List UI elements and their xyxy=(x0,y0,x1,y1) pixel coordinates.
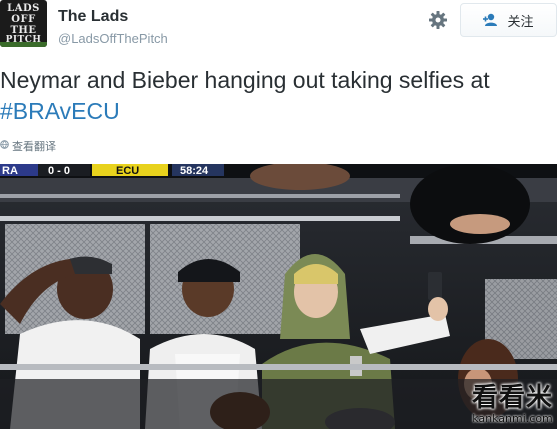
hashtag-link[interactable]: #BRAvECU xyxy=(0,98,120,124)
avatar-logo-line: OFF xyxy=(11,14,36,25)
watermark-url: kankanmi.com xyxy=(472,412,553,425)
scoreboard-right-team: ECU xyxy=(116,165,139,177)
scoreboard-left-team: RA xyxy=(2,165,18,177)
translate-link[interactable]: 查看翻译 xyxy=(0,138,56,154)
gear-icon[interactable] xyxy=(427,10,449,32)
avatar[interactable]: LADS OFF THE PITCH xyxy=(0,0,47,47)
scoreboard-score: 0 - 0 xyxy=(48,165,70,177)
follow-label: 关注 xyxy=(507,13,534,29)
watermark: 看看米 kankanmi.com xyxy=(472,384,553,425)
display-name[interactable]: The Lads xyxy=(58,8,128,26)
follow-button[interactable]: 关注 xyxy=(460,3,557,37)
tweet-photo[interactable]: RA 0 - 0 ECU 58:24 看看米 kankanmi.com xyxy=(0,164,557,429)
scoreboard-clock: 58:24 xyxy=(180,165,209,177)
globe-icon xyxy=(0,140,9,152)
add-user-icon xyxy=(483,13,501,27)
translate-label: 查看翻译 xyxy=(12,141,56,153)
avatar-grass-stripe xyxy=(0,42,47,47)
tweet-text-line: Neymar and Bieber hanging out taking sel… xyxy=(0,67,490,93)
watermark-text: 看看米 xyxy=(471,383,553,413)
avatar-logo-line: LADS xyxy=(7,3,40,14)
user-handle[interactable]: @LadsOffThePitch xyxy=(58,31,168,46)
tweet-text: Neymar and Bieber hanging out taking sel… xyxy=(0,65,557,127)
